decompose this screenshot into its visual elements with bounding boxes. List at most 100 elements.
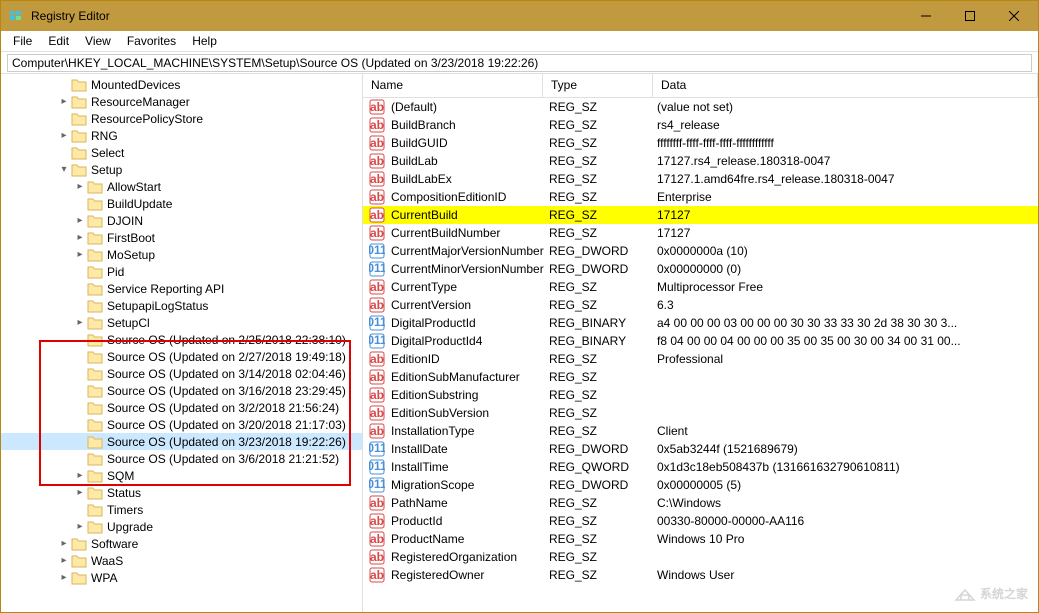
svg-text:011: 011 <box>369 459 385 473</box>
value-row[interactable]: abCurrentVersionREG_SZ6.3 <box>363 296 1038 314</box>
value-row[interactable]: abBuildLabREG_SZ17127.rs4_release.180318… <box>363 152 1038 170</box>
tree-item[interactable]: SetupapiLogStatus <box>1 297 362 314</box>
value-row[interactable]: 011InstallTimeREG_QWORD0x1d3c18eb508437b… <box>363 458 1038 476</box>
column-data[interactable]: Data <box>653 74 1038 97</box>
value-row[interactable]: abCurrentTypeREG_SZMultiprocessor Free <box>363 278 1038 296</box>
value-row[interactable]: abEditionIDREG_SZProfessional <box>363 350 1038 368</box>
tree-toggle-icon[interactable]: ▸ <box>73 232 87 243</box>
tree-item[interactable]: ▸Upgrade <box>1 518 362 535</box>
menu-edit[interactable]: Edit <box>40 32 77 50</box>
tree-item[interactable]: Source OS (Updated on 3/6/2018 21:21:52) <box>1 450 362 467</box>
value-row[interactable]: abCompositionEditionIDREG_SZEnterprise <box>363 188 1038 206</box>
tree-toggle-icon[interactable]: ▸ <box>73 181 87 192</box>
value-row[interactable]: abEditionSubstringREG_SZ <box>363 386 1038 404</box>
svg-text:ab: ab <box>370 226 384 240</box>
tree-item[interactable]: BuildUpdate <box>1 195 362 212</box>
tree-toggle-icon[interactable]: ▸ <box>73 317 87 328</box>
tree-item[interactable]: Timers <box>1 501 362 518</box>
value-name: RegisteredOwner <box>391 568 549 582</box>
tree-item[interactable]: Service Reporting API <box>1 280 362 297</box>
tree-item[interactable]: Source OS (Updated on 2/25/2018 22:38:10… <box>1 331 362 348</box>
tree-item[interactable]: Source OS (Updated on 3/20/2018 21:17:03… <box>1 416 362 433</box>
tree-item[interactable]: Source OS (Updated on 3/16/2018 23:29:45… <box>1 382 362 399</box>
titlebar[interactable]: Registry Editor <box>1 1 1038 31</box>
string-value-icon: ab <box>369 279 385 295</box>
tree-toggle-icon[interactable]: ▸ <box>73 249 87 260</box>
tree-item[interactable]: ▸MoSetup <box>1 246 362 263</box>
tree-label: WPA <box>91 571 117 585</box>
value-row[interactable]: 011CurrentMinorVersionNumberREG_DWORD0x0… <box>363 260 1038 278</box>
tree-item[interactable]: ▸SQM <box>1 467 362 484</box>
svg-text:ab: ab <box>370 280 384 294</box>
tree-item[interactable]: ▸RNG <box>1 127 362 144</box>
tree-item[interactable]: ▸DJOIN <box>1 212 362 229</box>
value-row[interactable]: abBuildBranchREG_SZrs4_release <box>363 116 1038 134</box>
close-button[interactable] <box>992 2 1036 30</box>
value-row[interactable]: 011CurrentMajorVersionNumberREG_DWORD0x0… <box>363 242 1038 260</box>
value-row[interactable]: abEditionSubVersionREG_SZ <box>363 404 1038 422</box>
tree-toggle-icon[interactable]: ▸ <box>57 130 71 141</box>
value-row[interactable]: abProductIdREG_SZ00330-80000-00000-AA116 <box>363 512 1038 530</box>
value-data: Multiprocessor Free <box>657 280 1038 294</box>
value-row[interactable]: abPathNameREG_SZC:\Windows <box>363 494 1038 512</box>
value-row[interactable]: abProductNameREG_SZWindows 10 Pro <box>363 530 1038 548</box>
tree-label: Source OS (Updated on 3/2/2018 21:56:24) <box>107 401 339 415</box>
value-row[interactable]: abCurrentBuildREG_SZ17127 <box>363 206 1038 224</box>
value-row[interactable]: abEditionSubManufacturerREG_SZ <box>363 368 1038 386</box>
tree-toggle-icon[interactable]: ▸ <box>73 470 87 481</box>
value-data: f8 04 00 00 04 00 00 00 35 00 35 00 30 0… <box>657 334 1038 348</box>
tree-item[interactable]: Source OS (Updated on 3/14/2018 02:04:46… <box>1 365 362 382</box>
value-row[interactable]: 011InstallDateREG_DWORD0x5ab3244f (15216… <box>363 440 1038 458</box>
tree-pane[interactable]: MountedDevices▸ResourceManagerResourcePo… <box>1 74 363 612</box>
tree-toggle-icon[interactable]: ▸ <box>73 521 87 532</box>
value-row[interactable]: 011DigitalProductIdREG_BINARYa4 00 00 00… <box>363 314 1038 332</box>
value-name: CurrentBuild <box>391 208 549 222</box>
menu-favorites[interactable]: Favorites <box>119 32 184 50</box>
value-row[interactable]: abRegisteredOrganizationREG_SZ <box>363 548 1038 566</box>
tree-toggle-icon[interactable]: ▸ <box>57 538 71 549</box>
folder-icon <box>87 282 103 296</box>
tree-item[interactable]: ▸SetupCl <box>1 314 362 331</box>
tree-item[interactable]: Pid <box>1 263 362 280</box>
value-row[interactable]: abCurrentBuildNumberREG_SZ17127 <box>363 224 1038 242</box>
tree-toggle-icon[interactable]: ▸ <box>57 96 71 107</box>
tree-item[interactable]: ▸Status <box>1 484 362 501</box>
value-name: RegisteredOrganization <box>391 550 549 564</box>
binary-value-icon: 011 <box>369 261 385 277</box>
column-type[interactable]: Type <box>543 74 653 97</box>
value-row[interactable]: ab(Default)REG_SZ(value not set) <box>363 98 1038 116</box>
tree-item[interactable]: ▸AllowStart <box>1 178 362 195</box>
value-row[interactable]: abBuildGUIDREG_SZffffffff-ffff-ffff-ffff… <box>363 134 1038 152</box>
menu-file[interactable]: File <box>5 32 40 50</box>
column-name[interactable]: Name <box>363 74 543 97</box>
address-input[interactable]: Computer\HKEY_LOCAL_MACHINE\SYSTEM\Setup… <box>7 54 1032 72</box>
tree-item[interactable]: Source OS (Updated on 3/2/2018 21:56:24) <box>1 399 362 416</box>
tree-item[interactable]: ▸Software <box>1 535 362 552</box>
tree-toggle-icon[interactable]: ▸ <box>73 487 87 498</box>
tree-toggle-icon[interactable]: ▸ <box>73 215 87 226</box>
tree-item[interactable]: Select <box>1 144 362 161</box>
tree-toggle-icon[interactable]: ▾ <box>57 164 71 175</box>
tree-toggle-icon[interactable]: ▸ <box>57 555 71 566</box>
tree-item[interactable]: ▾Setup <box>1 161 362 178</box>
tree-item[interactable]: Source OS (Updated on 2/27/2018 19:49:18… <box>1 348 362 365</box>
value-row[interactable]: 011MigrationScopeREG_DWORD0x00000005 (5) <box>363 476 1038 494</box>
tree-item[interactable]: ▸FirstBoot <box>1 229 362 246</box>
tree-item[interactable]: ▸ WPA <box>1 569 362 586</box>
tree-toggle-icon[interactable]: ▸ <box>57 572 71 583</box>
maximize-button[interactable] <box>948 2 992 30</box>
tree-item[interactable]: Source OS (Updated on 3/23/2018 19:22:26… <box>1 433 362 450</box>
tree-item[interactable]: ResourcePolicyStore <box>1 110 362 127</box>
value-row[interactable]: abRegisteredOwnerREG_SZWindows User <box>363 566 1038 584</box>
tree-item[interactable]: ▸ResourceManager <box>1 93 362 110</box>
value-row[interactable]: 011DigitalProductId4REG_BINARYf8 04 00 0… <box>363 332 1038 350</box>
value-row[interactable]: abBuildLabExREG_SZ17127.1.amd64fre.rs4_r… <box>363 170 1038 188</box>
value-name: BuildLab <box>391 154 549 168</box>
value-row[interactable]: abInstallationTypeREG_SZClient <box>363 422 1038 440</box>
menu-help[interactable]: Help <box>184 32 225 50</box>
menu-view[interactable]: View <box>77 32 119 50</box>
minimize-button[interactable] <box>904 2 948 30</box>
list-pane[interactable]: Name Type Data ab(Default)REG_SZ(value n… <box>363 74 1038 612</box>
tree-item[interactable]: MountedDevices <box>1 76 362 93</box>
tree-item[interactable]: ▸WaaS <box>1 552 362 569</box>
